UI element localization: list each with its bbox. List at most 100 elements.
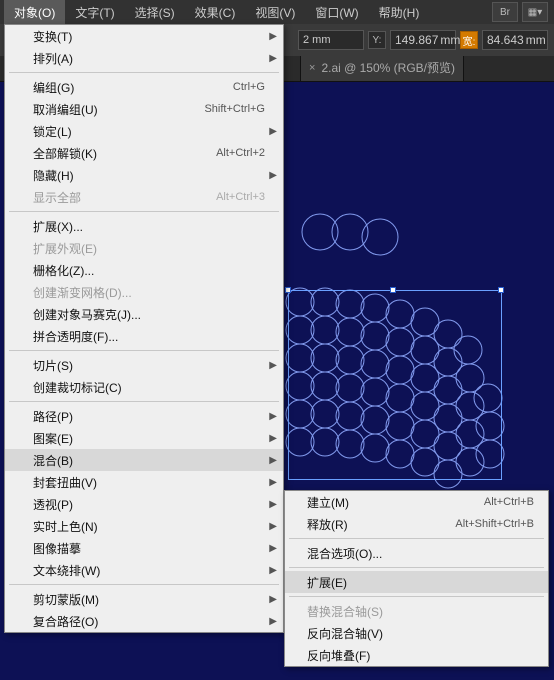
menu-item-label: 变换(T) xyxy=(33,28,265,45)
submenu-arrow-icon: ▶ xyxy=(269,455,277,466)
menu-item-label: 拼合透明度(F)... xyxy=(33,328,265,345)
menu-item[interactable]: 透视(P)▶ xyxy=(5,493,283,515)
menu-item-label: 混合(B) xyxy=(33,452,265,469)
menu-item-label: 扩展(X)... xyxy=(33,218,265,235)
menu-item[interactable]: 拼合透明度(F)... xyxy=(5,325,283,347)
menu-item-label: 锁定(L) xyxy=(33,123,265,140)
menu-item[interactable]: 反向堆叠(F) xyxy=(285,644,548,666)
menu-item-label: 文本绕排(W) xyxy=(33,562,265,579)
submenu-arrow-icon: ▶ xyxy=(269,126,277,137)
menu-separator xyxy=(289,567,544,568)
menubar-item-effect[interactable]: 效果(C) xyxy=(185,0,246,25)
menu-item[interactable]: 全部解锁(K)Alt+Ctrl+2 xyxy=(5,142,283,164)
bridge-button[interactable]: Br xyxy=(492,2,518,22)
menu-item[interactable]: 剪切蒙版(M) ▶ xyxy=(5,588,283,610)
menu-item-label: 栅格化(Z)... xyxy=(33,262,265,279)
menu-item[interactable]: 实时上色(N)▶ xyxy=(5,515,283,537)
menu-separator xyxy=(9,350,279,351)
menu-item-label: 扩展外观(E) xyxy=(33,240,265,257)
menu-item-shortcut: Alt+Shift+Ctrl+B xyxy=(455,518,534,530)
selection-handle[interactable] xyxy=(285,287,291,293)
object-menu: 变换(T)▶排列(A)▶编组(G)Ctrl+G取消编组(U)Shift+Ctrl… xyxy=(4,24,284,633)
menu-item-label: 建立(M) xyxy=(307,494,484,511)
menu-item[interactable]: 切片(S)▶ xyxy=(5,354,283,376)
menu-item-label: 排列(A) xyxy=(33,50,265,67)
menu-item-label: 反向堆叠(F) xyxy=(307,647,534,664)
menu-separator xyxy=(9,72,279,73)
menu-item[interactable]: 创建对象马赛克(J)... xyxy=(5,303,283,325)
menu-item[interactable]: 复合路径(O)▶ xyxy=(5,610,283,632)
menu-item[interactable]: 取消编组(U)Shift+Ctrl+G xyxy=(5,98,283,120)
menubar-item-window[interactable]: 窗口(W) xyxy=(305,0,368,25)
menu-item[interactable]: 变换(T) ▶ xyxy=(5,25,283,47)
tab-title: 2.ai @ 150% (RGB/预览) xyxy=(321,59,455,76)
menu-item[interactable]: 隐藏(H)▶ xyxy=(5,164,283,186)
document-tab[interactable]: × 2.ai @ 150% (RGB/预览) xyxy=(300,53,464,81)
menu-item-shortcut: Shift+Ctrl+G xyxy=(204,103,265,115)
menubar-item-help[interactable]: 帮助(H) xyxy=(369,0,430,25)
menu-item[interactable]: 编组(G)Ctrl+G xyxy=(5,76,283,98)
menu-item-label: 创建裁切标记(C) xyxy=(33,379,265,396)
menubar-item-select[interactable]: 选择(S) xyxy=(125,0,185,25)
menu-item[interactable]: 锁定(L) ▶ xyxy=(5,120,283,142)
menubar-item-object[interactable]: 对象(O) xyxy=(4,0,65,25)
menu-item-label: 图像描摹 xyxy=(33,540,265,557)
menu-item-label: 替换混合轴(S) xyxy=(307,603,534,620)
menu-separator xyxy=(289,538,544,539)
submenu-arrow-icon: ▶ xyxy=(269,499,277,510)
menu-item-label: 取消编组(U) xyxy=(33,101,204,118)
selection-handle[interactable] xyxy=(390,287,396,293)
menu-item[interactable]: 扩展(X)... xyxy=(5,215,283,237)
y-label: Y: xyxy=(368,31,386,49)
blend-submenu: 建立(M)Alt+Ctrl+B释放(R)Alt+Shift+Ctrl+B混合选项… xyxy=(284,490,549,667)
menu-item[interactable]: 文本绕排(W) ▶ xyxy=(5,559,283,581)
menu-item-label: 编组(G) xyxy=(33,79,233,96)
menubar: 对象(O) 文字(T) 选择(S) 效果(C) 视图(V) 窗口(W) 帮助(H… xyxy=(0,0,554,24)
menu-separator xyxy=(9,211,279,212)
w-value[interactable]: 84.643mm xyxy=(482,30,548,50)
menu-item[interactable]: 栅格化(Z)... xyxy=(5,259,283,281)
submenu-arrow-icon: ▶ xyxy=(269,433,277,444)
menu-item[interactable]: 排列(A) ▶ xyxy=(5,47,283,69)
menu-item-label: 反向混合轴(V) xyxy=(307,625,534,642)
menu-item-label: 路径(P) xyxy=(33,408,265,425)
selection-handle[interactable] xyxy=(498,287,504,293)
menu-item-label: 全部解锁(K) xyxy=(33,145,216,162)
menu-item[interactable]: 混合(B) ▶ xyxy=(5,449,283,471)
menu-item[interactable]: 创建裁切标记(C) xyxy=(5,376,283,398)
menu-item: 扩展外观(E) xyxy=(5,237,283,259)
menu-item[interactable]: 图案(E) ▶ xyxy=(5,427,283,449)
menu-item[interactable]: 释放(R)Alt+Shift+Ctrl+B xyxy=(285,513,548,535)
menu-item[interactable]: 扩展(E) xyxy=(285,571,548,593)
x-field: 2 mm xyxy=(298,30,364,50)
menu-item[interactable]: 建立(M)Alt+Ctrl+B xyxy=(285,491,548,513)
menu-item-shortcut: Alt+Ctrl+2 xyxy=(216,147,265,159)
tab-close-icon[interactable]: × xyxy=(309,62,315,74)
menu-item[interactable]: 封套扭曲(V) ▶ xyxy=(5,471,283,493)
menubar-item-view[interactable]: 视图(V) xyxy=(245,0,305,25)
submenu-arrow-icon: ▶ xyxy=(269,360,277,371)
submenu-arrow-icon: ▶ xyxy=(269,477,277,488)
submenu-arrow-icon: ▶ xyxy=(269,31,277,42)
menu-separator xyxy=(9,401,279,402)
submenu-arrow-icon: ▶ xyxy=(269,565,277,576)
submenu-arrow-icon: ▶ xyxy=(269,53,277,64)
menu-item-label: 复合路径(O) xyxy=(33,613,265,630)
y-value[interactable]: 149.867mm xyxy=(390,30,456,50)
menu-separator xyxy=(9,584,279,585)
menu-item-shortcut: Ctrl+G xyxy=(233,81,265,93)
menu-item-label: 封套扭曲(V) xyxy=(33,474,265,491)
submenu-arrow-icon: ▶ xyxy=(269,170,277,181)
menu-item-shortcut: Alt+Ctrl+B xyxy=(484,496,534,508)
menu-item-label: 剪切蒙版(M) xyxy=(33,591,265,608)
menu-item[interactable]: 反向混合轴(V) xyxy=(285,622,548,644)
submenu-arrow-icon: ▶ xyxy=(269,594,277,605)
layout-button[interactable]: ▦▾ xyxy=(522,2,548,22)
menu-item[interactable]: 路径(P)▶ xyxy=(5,405,283,427)
menu-item[interactable]: 图像描摹▶ xyxy=(5,537,283,559)
menubar-item-text[interactable]: 文字(T) xyxy=(65,0,124,25)
x-value[interactable]: 2 mm xyxy=(298,30,364,50)
menu-item-label: 图案(E) xyxy=(33,430,265,447)
menu-item[interactable]: 混合选项(O)... xyxy=(285,542,548,564)
menu-item-label: 显示全部 xyxy=(33,189,216,206)
